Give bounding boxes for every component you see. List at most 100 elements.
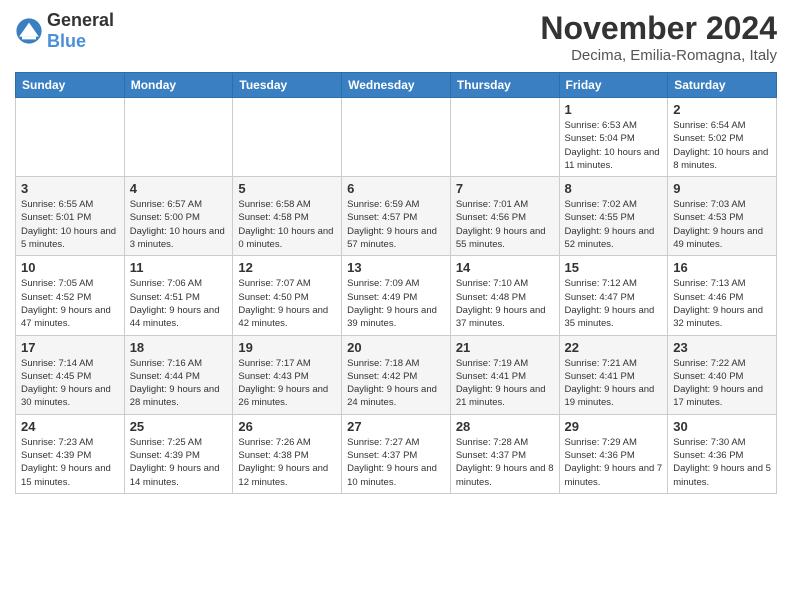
table-row: 2 Sunrise: 6:54 AM Sunset: 5:02 PM Daylig…: [668, 98, 777, 177]
day-number: 9: [673, 181, 771, 196]
day-number: 4: [130, 181, 228, 196]
day-info: Sunrise: 7:10 AM Sunset: 4:48 PM Dayligh…: [456, 277, 554, 330]
table-row: 16 Sunrise: 7:13 AM Sunset: 4:46 PM Dayli…: [668, 256, 777, 335]
day-number: 24: [21, 419, 119, 434]
day-number: 27: [347, 419, 445, 434]
table-row: [16, 98, 125, 177]
table-row: [124, 98, 233, 177]
page: General Blue November 2024 Decima, Emili…: [0, 0, 792, 612]
day-number: 16: [673, 260, 771, 275]
table-row: [450, 98, 559, 177]
calendar-week-4: 17 Sunrise: 7:14 AM Sunset: 4:45 PM Dayli…: [16, 335, 777, 414]
table-row: 27Sunrise: 7:27 AM Sunset: 4:37 PM Dayli…: [342, 414, 451, 493]
table-row: 5Sunrise: 6:58 AM Sunset: 4:58 PM Daylig…: [233, 177, 342, 256]
location-title: Decima, Emilia-Romagna, Italy: [540, 47, 777, 64]
day-info: Sunrise: 6:57 AM Sunset: 5:00 PM Dayligh…: [130, 198, 228, 251]
day-number: 11: [130, 260, 228, 275]
day-info: Sunrise: 7:26 AM Sunset: 4:38 PM Dayligh…: [238, 436, 336, 489]
logo-blue: Blue: [47, 31, 86, 51]
table-row: 20 Sunrise: 7:18 AM Sunset: 4:42 PM Dayli…: [342, 335, 451, 414]
table-row: 15Sunrise: 7:12 AM Sunset: 4:47 PM Dayli…: [559, 256, 668, 335]
title-block: November 2024 Decima, Emilia-Romagna, It…: [540, 10, 777, 64]
day-info: Sunrise: 6:53 AM Sunset: 5:04 PM Dayligh…: [565, 119, 663, 172]
table-row: 13 Sunrise: 7:09 AM Sunset: 4:49 PM Dayli…: [342, 256, 451, 335]
day-number: 1: [565, 102, 663, 117]
day-number: 8: [565, 181, 663, 196]
calendar-week-2: 3Sunrise: 6:55 AM Sunset: 5:01 PM Daylig…: [16, 177, 777, 256]
day-info: Sunrise: 6:54 AM Sunset: 5:02 PM Dayligh…: [673, 119, 771, 172]
table-row: 6Sunrise: 6:59 AM Sunset: 4:57 PM Daylig…: [342, 177, 451, 256]
day-number: 19: [238, 340, 336, 355]
table-row: 3Sunrise: 6:55 AM Sunset: 5:01 PM Daylig…: [16, 177, 125, 256]
table-row: 21Sunrise: 7:19 AM Sunset: 4:41 PM Dayli…: [450, 335, 559, 414]
day-number: 2: [673, 102, 771, 117]
day-info: Sunrise: 7:16 AM Sunset: 4:44 PM Dayligh…: [130, 357, 228, 410]
calendar-header-row: Sunday Monday Tuesday Wednesday Thursday…: [16, 73, 777, 98]
day-info: Sunrise: 7:06 AM Sunset: 4:51 PM Dayligh…: [130, 277, 228, 330]
col-thursday: Thursday: [450, 73, 559, 98]
col-wednesday: Wednesday: [342, 73, 451, 98]
table-row: [233, 98, 342, 177]
col-sunday: Sunday: [16, 73, 125, 98]
table-row: 7Sunrise: 7:01 AM Sunset: 4:56 PM Daylig…: [450, 177, 559, 256]
col-tuesday: Tuesday: [233, 73, 342, 98]
day-number: 17: [21, 340, 119, 355]
day-info: Sunrise: 7:07 AM Sunset: 4:50 PM Dayligh…: [238, 277, 336, 330]
table-row: 10Sunrise: 7:05 AM Sunset: 4:52 PM Dayli…: [16, 256, 125, 335]
table-row: 9 Sunrise: 7:03 AM Sunset: 4:53 PM Daylig…: [668, 177, 777, 256]
day-info: Sunrise: 7:28 AM Sunset: 4:37 PM Dayligh…: [456, 436, 554, 489]
day-info: Sunrise: 7:03 AM Sunset: 4:53 PM Dayligh…: [673, 198, 771, 251]
table-row: 8Sunrise: 7:02 AM Sunset: 4:55 PM Daylig…: [559, 177, 668, 256]
page-header: General Blue November 2024 Decima, Emili…: [15, 10, 777, 64]
day-info: Sunrise: 7:19 AM Sunset: 4:41 PM Dayligh…: [456, 357, 554, 410]
day-number: 6: [347, 181, 445, 196]
day-info: Sunrise: 7:25 AM Sunset: 4:39 PM Dayligh…: [130, 436, 228, 489]
table-row: 24 Sunrise: 7:23 AM Sunset: 4:39 PM Dayli…: [16, 414, 125, 493]
col-monday: Monday: [124, 73, 233, 98]
day-info: Sunrise: 7:30 AM Sunset: 4:36 PM Dayligh…: [673, 436, 771, 489]
table-row: 11 Sunrise: 7:06 AM Sunset: 4:51 PM Dayli…: [124, 256, 233, 335]
calendar-table: Sunday Monday Tuesday Wednesday Thursday…: [15, 72, 777, 494]
month-title: November 2024: [540, 10, 777, 47]
table-row: 28Sunrise: 7:28 AM Sunset: 4:37 PM Dayli…: [450, 414, 559, 493]
table-row: 25Sunrise: 7:25 AM Sunset: 4:39 PM Dayli…: [124, 414, 233, 493]
logo: General Blue: [15, 10, 114, 52]
table-row: 12Sunrise: 7:07 AM Sunset: 4:50 PM Dayli…: [233, 256, 342, 335]
table-row: 14 Sunrise: 7:10 AM Sunset: 4:48 PM Dayli…: [450, 256, 559, 335]
table-row: 4 Sunrise: 6:57 AM Sunset: 5:00 PM Daylig…: [124, 177, 233, 256]
day-info: Sunrise: 7:09 AM Sunset: 4:49 PM Dayligh…: [347, 277, 445, 330]
day-info: Sunrise: 6:55 AM Sunset: 5:01 PM Dayligh…: [21, 198, 119, 251]
calendar-week-3: 10Sunrise: 7:05 AM Sunset: 4:52 PM Dayli…: [16, 256, 777, 335]
day-info: Sunrise: 7:13 AM Sunset: 4:46 PM Dayligh…: [673, 277, 771, 330]
col-friday: Friday: [559, 73, 668, 98]
table-row: 30 Sunrise: 7:30 AM Sunset: 4:36 PM Dayli…: [668, 414, 777, 493]
day-info: Sunrise: 7:23 AM Sunset: 4:39 PM Dayligh…: [21, 436, 119, 489]
table-row: [342, 98, 451, 177]
calendar-week-5: 24 Sunrise: 7:23 AM Sunset: 4:39 PM Dayli…: [16, 414, 777, 493]
day-number: 22: [565, 340, 663, 355]
table-row: 17 Sunrise: 7:14 AM Sunset: 4:45 PM Dayli…: [16, 335, 125, 414]
day-number: 29: [565, 419, 663, 434]
calendar-week-1: 1 Sunrise: 6:53 AM Sunset: 5:04 PM Daylig…: [16, 98, 777, 177]
day-info: Sunrise: 7:18 AM Sunset: 4:42 PM Dayligh…: [347, 357, 445, 410]
logo-general: General: [47, 10, 114, 30]
day-number: 26: [238, 419, 336, 434]
day-info: Sunrise: 7:22 AM Sunset: 4:40 PM Dayligh…: [673, 357, 771, 410]
table-row: 1 Sunrise: 6:53 AM Sunset: 5:04 PM Daylig…: [559, 98, 668, 177]
day-number: 14: [456, 260, 554, 275]
day-info: Sunrise: 7:14 AM Sunset: 4:45 PM Dayligh…: [21, 357, 119, 410]
day-number: 20: [347, 340, 445, 355]
table-row: 26 Sunrise: 7:26 AM Sunset: 4:38 PM Dayli…: [233, 414, 342, 493]
day-info: Sunrise: 7:29 AM Sunset: 4:36 PM Dayligh…: [565, 436, 663, 489]
table-row: 18 Sunrise: 7:16 AM Sunset: 4:44 PM Dayli…: [124, 335, 233, 414]
logo-text: General Blue: [47, 10, 114, 52]
table-row: 29 Sunrise: 7:29 AM Sunset: 4:36 PM Dayli…: [559, 414, 668, 493]
day-info: Sunrise: 7:21 AM Sunset: 4:41 PM Dayligh…: [565, 357, 663, 410]
col-saturday: Saturday: [668, 73, 777, 98]
table-row: 19 Sunrise: 7:17 AM Sunset: 4:43 PM Dayli…: [233, 335, 342, 414]
day-number: 30: [673, 419, 771, 434]
day-number: 18: [130, 340, 228, 355]
day-info: Sunrise: 7:01 AM Sunset: 4:56 PM Dayligh…: [456, 198, 554, 251]
day-number: 13: [347, 260, 445, 275]
day-info: Sunrise: 7:17 AM Sunset: 4:43 PM Dayligh…: [238, 357, 336, 410]
